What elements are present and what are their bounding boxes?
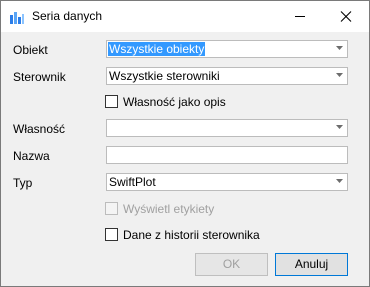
chevron-down-icon	[336, 179, 343, 183]
wlasnosc-label: Własność	[13, 122, 66, 136]
typ-label: Typ	[13, 176, 33, 190]
typ-value: SwiftPlot	[109, 175, 156, 189]
close-button[interactable]	[323, 1, 369, 32]
cancel-button[interactable]: Anuluj	[275, 253, 348, 276]
dane-z-historii-checkbox[interactable]	[105, 228, 118, 241]
obiekt-value: Wszystkie obiekty	[108, 42, 206, 56]
wlasnosc-combobox[interactable]	[106, 119, 348, 137]
dialog-window: Seria danych Obiekt Wszystkie obiekty St…	[0, 0, 370, 287]
chevron-down-icon	[336, 46, 343, 50]
chevron-down-icon	[336, 125, 343, 129]
minimize-button[interactable]	[277, 1, 323, 32]
window-title: Seria danych	[32, 9, 103, 23]
chevron-down-icon	[336, 73, 343, 77]
wyswietl-etykiety-label: Wyświetl etykiety	[123, 202, 215, 216]
obiekt-combobox[interactable]: Wszystkie obiekty	[106, 40, 348, 58]
obiekt-label: Obiekt	[13, 43, 48, 57]
sterownik-combobox[interactable]: Wszystkie sterowniki	[106, 67, 348, 85]
wyswietl-etykiety-checkbox	[105, 202, 118, 215]
sterownik-value: Wszystkie sterowniki	[109, 69, 220, 83]
close-icon	[340, 11, 352, 22]
typ-combobox[interactable]: SwiftPlot	[106, 173, 348, 191]
title-bar: Seria danych	[1, 1, 369, 32]
dane-z-historii-label[interactable]: Dane z historii sterownika	[123, 228, 260, 242]
ok-button[interactable]: OK	[195, 253, 268, 276]
nazwa-input[interactable]	[106, 146, 348, 164]
wlasnosc-jako-opis-checkbox[interactable]	[105, 95, 118, 108]
sterownik-label: Sterownik	[13, 70, 66, 84]
minimize-icon	[295, 16, 305, 17]
chart-bars-icon	[10, 12, 24, 24]
wlasnosc-jako-opis-label[interactable]: Własność jako opis	[123, 95, 226, 109]
nazwa-label: Nazwa	[13, 149, 50, 163]
